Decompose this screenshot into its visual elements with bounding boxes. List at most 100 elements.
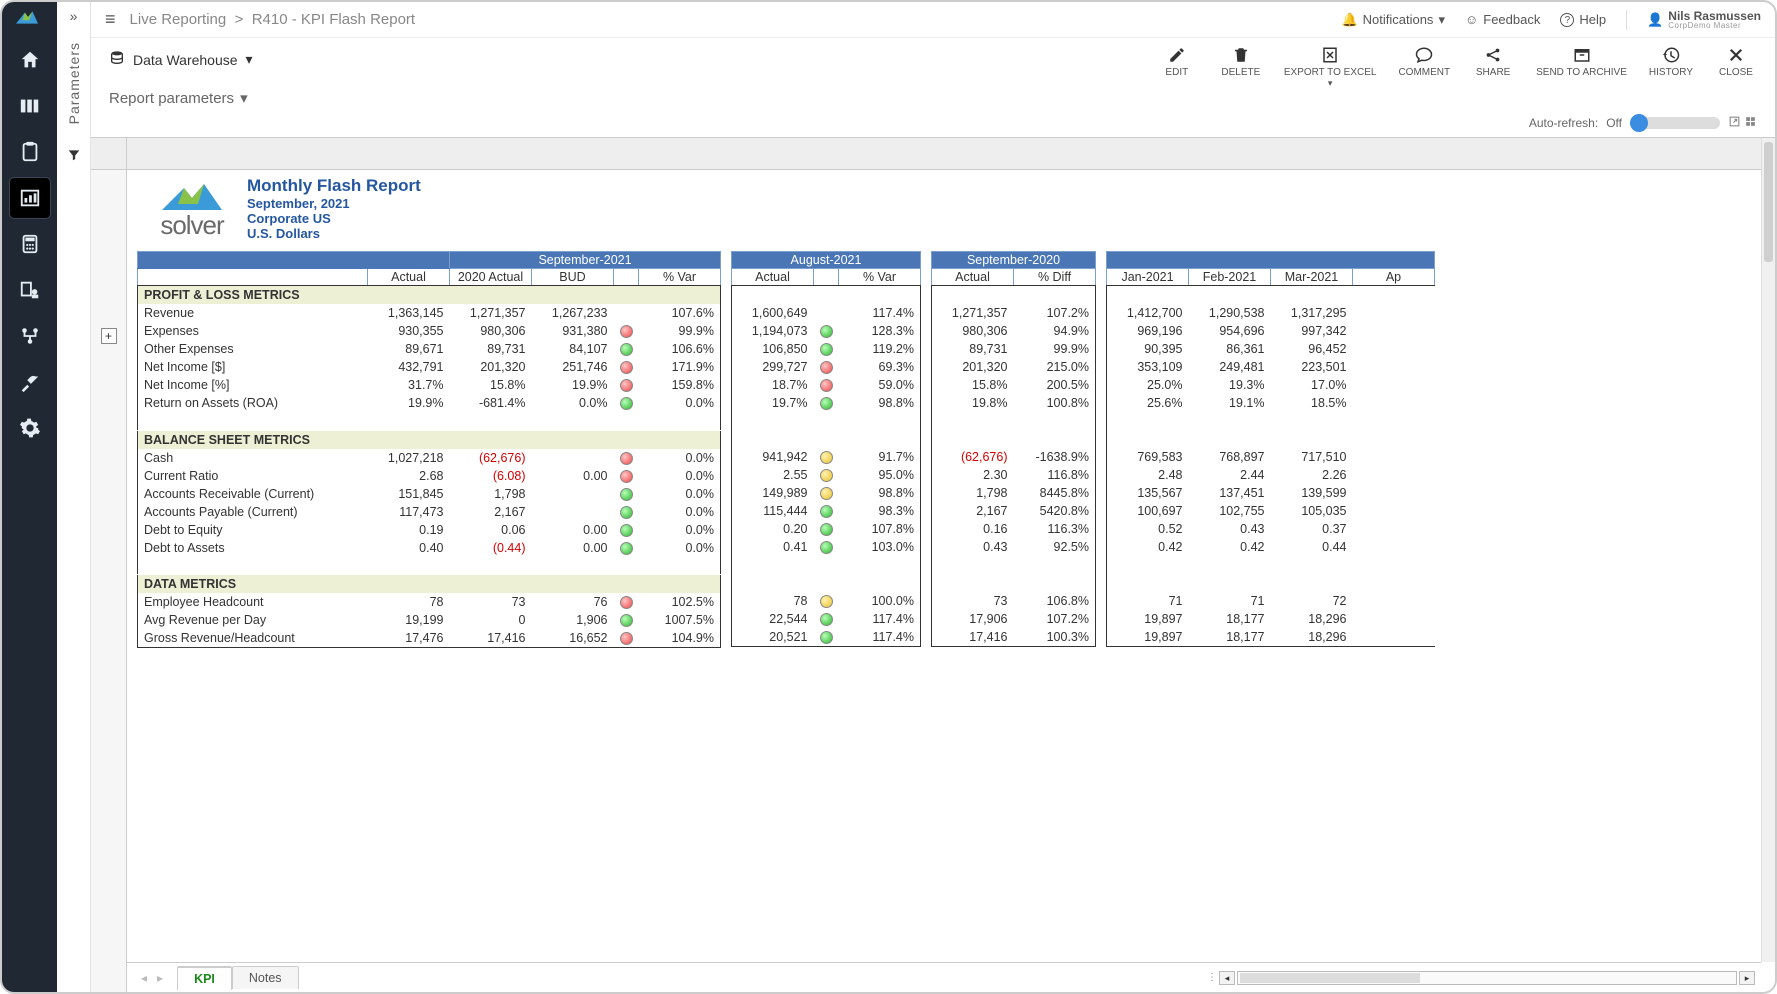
table-row: 0.41103.0% [732,538,921,556]
top-bar: ≡ Live Reporting > R410 - KPI Flash Repo… [91,2,1775,38]
parameters-panel-label[interactable]: Parameters [66,42,82,124]
table-row: 0.420.420.44 [1107,538,1435,556]
nav-settings[interactable] [10,408,50,448]
vertical-scrollbar[interactable] [1761,138,1775,962]
table-row: Net Income [%]31.7%15.8%19.9%159.8% [138,376,721,394]
feedback-link[interactable]: ☺ Feedback [1465,12,1540,27]
help-icon: ? [1560,13,1574,27]
breadcrumb-leaf: R410 - KPI Flash Report [252,11,415,28]
comment-button[interactable]: COMMENT [1398,46,1450,85]
auto-refresh-state: Off [1606,116,1622,130]
status-indicator-icon [620,614,633,627]
status-indicator-icon [820,361,833,374]
delete-button[interactable]: DELETE [1220,46,1262,85]
table-row: 2.30116.8% [932,466,1096,484]
tab-kpi[interactable]: KPI [177,966,232,990]
user-name: Nils Rasmussen [1668,10,1761,22]
status-indicator-icon [620,542,633,555]
table-row: Other Expenses89,67189,73184,107106.6% [138,340,721,358]
left-nav [2,2,57,992]
popout-icon[interactable] [1728,115,1741,131]
table-row: 0.16116.3% [932,520,1096,538]
row-gutter: + [91,138,127,992]
table-row: 717172 [1107,592,1435,610]
report-period: September, 2021 [247,196,421,211]
nav-workflow[interactable] [10,316,50,356]
nav-calculator[interactable] [10,224,50,264]
report-title: Monthly Flash Report [247,176,421,196]
expand-group-button[interactable]: + [101,328,117,344]
table-row: 980,30694.9% [932,322,1096,340]
prev-block-table: August-2021Actual% Var1,600,649117.4%1,1… [731,251,921,647]
chevron-down-icon: ▾ [1438,12,1445,28]
table-row: 90,39586,36196,452 [1107,340,1435,358]
status-indicator-icon [820,595,833,608]
auto-refresh-toggle[interactable] [1630,117,1720,129]
app-logo-icon [16,6,44,28]
close-button[interactable]: CLOSE [1715,46,1757,85]
share-button[interactable]: SHARE [1472,46,1514,85]
status-indicator-icon [620,452,633,465]
table-row: 2,1675420.8% [932,502,1096,520]
table-row: Cash1,027,218(62,676)0.0% [138,449,721,467]
status-indicator-icon [620,470,633,483]
table-row: Employee Headcount787376102.5% [138,593,721,611]
report-header: solver Monthly Flash Report September, 2… [137,170,1761,251]
nav-users[interactable] [10,270,50,310]
tab-notes[interactable]: Notes [232,966,299,989]
table-row: 17,416100.3% [932,628,1096,647]
status-indicator-icon [820,451,833,464]
table-row: 769,583768,897717,510 [1107,448,1435,466]
history-button[interactable]: HISTORY [1649,46,1693,85]
status-indicator-icon [820,487,833,500]
trend-block-table: Jan-2021Feb-2021Mar-2021Ap1,412,7001,290… [1106,251,1435,647]
menu-icon[interactable]: ≡ [105,9,116,30]
panel-expand-icon[interactable]: » [70,8,78,24]
table-row: 353,109249,481223,501 [1107,358,1435,376]
table-row: 2.482.442.26 [1107,466,1435,484]
table-row: 1,194,073128.3% [732,322,921,340]
filter-icon[interactable] [67,148,81,165]
export-excel-button[interactable]: EXPORT TO EXCEL▾ [1284,46,1377,85]
report-parameters-toggle[interactable]: Report parameters ▾ [91,85,1775,115]
table-row: 201,320215.0% [932,358,1096,376]
user-subtitle: CorpDemo Master [1668,22,1741,30]
table-row: Current Ratio2.68(6.08)0.000.0% [138,467,721,485]
report-entity: Corporate US [247,211,421,226]
nav-reporting[interactable] [10,178,50,218]
breadcrumb-root[interactable]: Live Reporting [130,11,227,28]
auto-refresh-label: Auto-refresh: [1529,116,1598,130]
database-icon [109,50,125,69]
user-icon: 👤 [1647,12,1663,28]
grid-view-icon[interactable] [1744,115,1757,131]
nav-clipboard[interactable] [10,132,50,172]
table-row: 19.8%100.8% [932,394,1096,412]
status-indicator-icon [820,469,833,482]
status-indicator-icon [620,632,633,645]
table-row: Expenses930,355980,306931,38099.9% [138,322,721,340]
table-row: 18.7%59.0% [732,376,921,394]
datasource-selector[interactable]: Data Warehouse ▾ [109,50,253,69]
user-menu[interactable]: 👤 Nils Rasmussen CorpDemo Master [1647,10,1761,30]
nav-home[interactable] [10,40,50,80]
solver-logo: solver [137,174,247,241]
archive-button[interactable]: SEND TO ARCHIVE [1536,46,1627,85]
main-block-table: September-2021Actual2020 ActualBUD% VarP… [137,251,721,648]
table-row: 0.4392.5% [932,538,1096,556]
status-indicator-icon [820,523,833,536]
table-row: 1,271,357107.2% [932,304,1096,322]
parameters-panel-collapsed: » Parameters [57,2,91,992]
column-ruler [127,138,1761,170]
edit-button[interactable]: EDIT [1156,46,1198,85]
help-link[interactable]: ? Help [1560,12,1606,27]
table-row: 20,521117.4% [732,628,921,647]
status-indicator-icon [620,596,633,609]
horizontal-scrollbar[interactable]: ⋮ ◂ ▸ [1207,971,1755,985]
status-indicator-icon [620,343,633,356]
table-row: 969,196954,696997,342 [1107,322,1435,340]
tab-nav-arrows[interactable]: ◂▸ [127,971,177,985]
table-row: 115,44498.3% [732,502,921,520]
nav-tools[interactable] [10,362,50,402]
nav-data[interactable] [10,86,50,126]
notifications-menu[interactable]: 🔔 Notifications ▾ [1341,12,1445,28]
